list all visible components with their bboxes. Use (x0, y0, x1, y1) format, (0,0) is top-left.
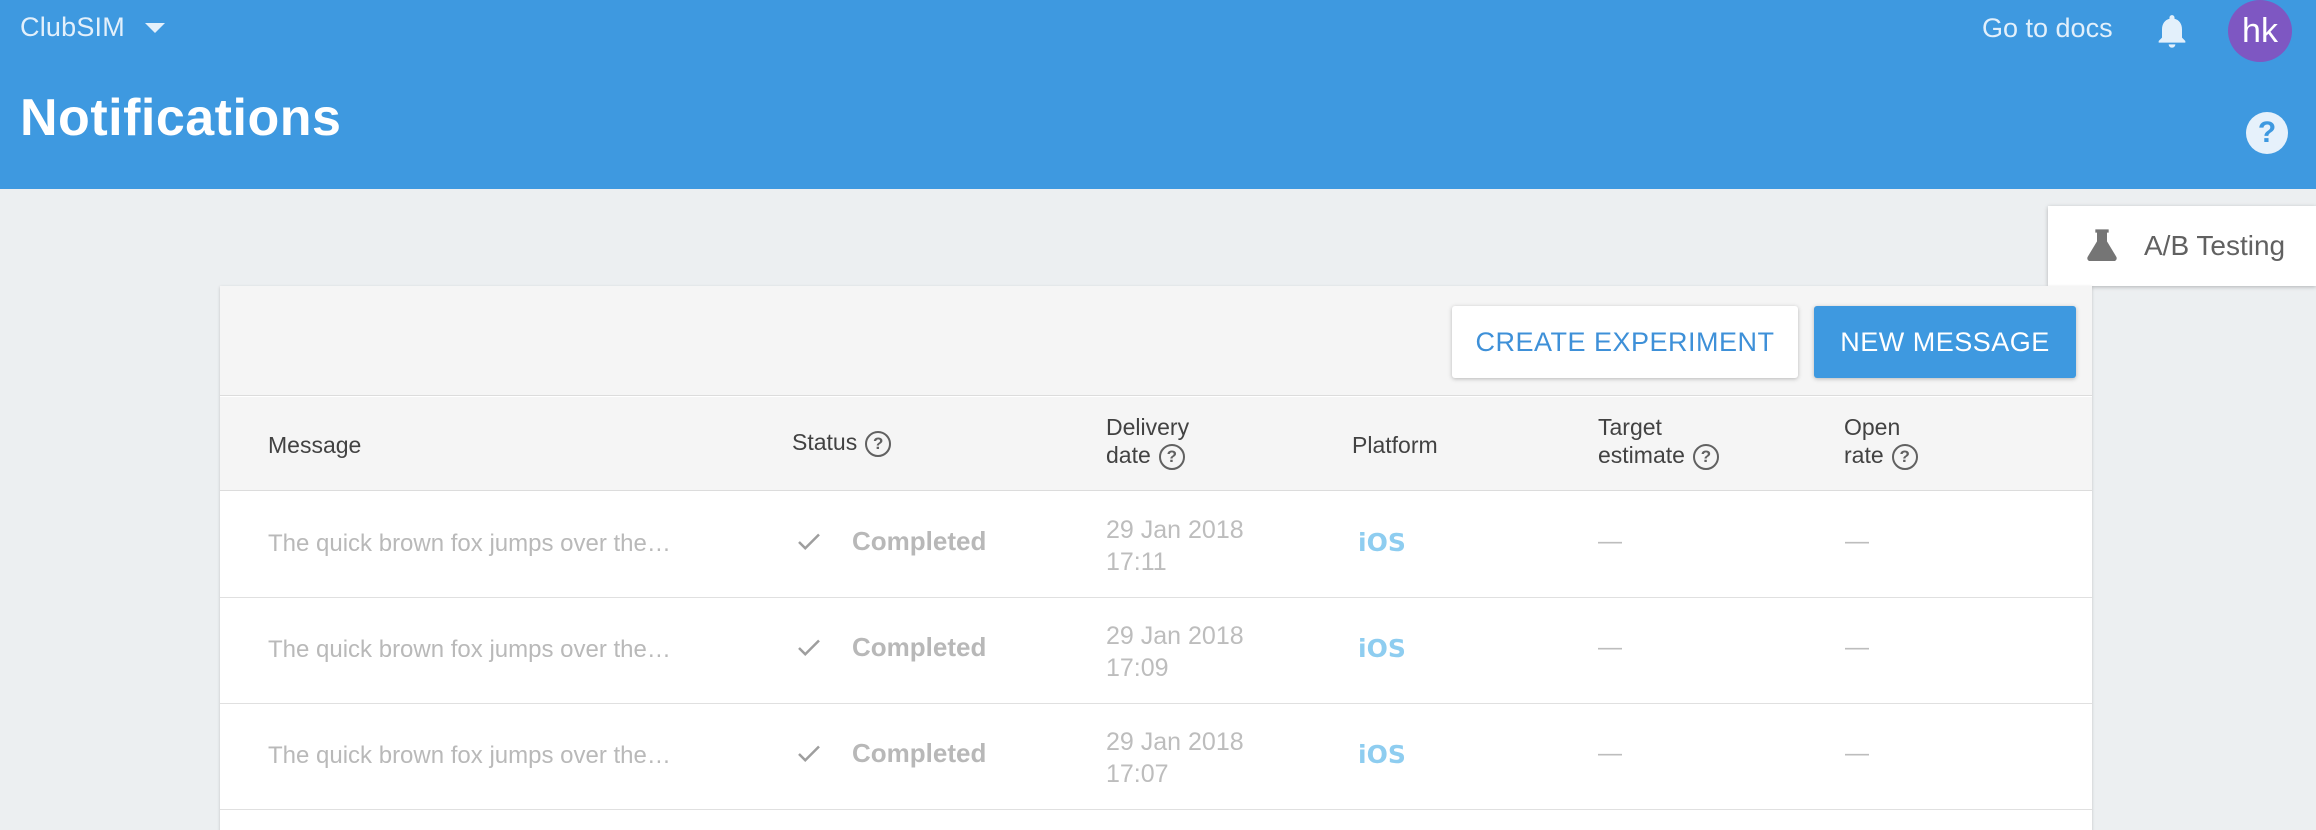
platform-ios-label: iOS (1358, 528, 1406, 557)
column-header-delivery-line2: date (1106, 442, 1151, 468)
bell-icon[interactable] (2152, 10, 2192, 52)
project-switcher[interactable]: ClubSIM (20, 12, 165, 43)
column-header-target-line1: Target (1598, 414, 1662, 440)
app-header: ClubSIM Go to docs hk Notifications ? (0, 0, 2316, 189)
help-icon-glyph: ? (2257, 116, 2277, 149)
column-header-open-rate[interactable]: Open rate? (1844, 413, 1918, 470)
check-icon (798, 639, 820, 656)
target-estimate-value: — (1598, 634, 1622, 661)
column-header-message-label: Message (268, 432, 362, 458)
go-to-docs-link[interactable]: Go to docs (1982, 13, 2113, 44)
delivery-date-day: 29 Jan 2018 (1106, 516, 1244, 544)
column-header-platform[interactable]: Platform (1352, 431, 1438, 459)
flask-icon (2087, 229, 2117, 261)
target-estimate-value: — (1598, 740, 1622, 767)
chevron-down-icon (144, 22, 165, 33)
status-text: Completed (852, 632, 987, 662)
message-text: The quick brown fox jumps over the… (268, 636, 671, 663)
table-row[interactable]: The quick brown fox jumps over the… Comp… (220, 492, 2092, 598)
avatar-initials: hk (2242, 11, 2278, 50)
project-name: ClubSIM (20, 12, 125, 42)
delivery-date-day: 29 Jan 2018 (1106, 622, 1244, 650)
table-row[interactable]: The quick brown fox jumps over the… Comp… (220, 704, 2092, 810)
message-text: The quick brown fox jumps over the… (268, 742, 671, 769)
column-header-status-label: Status (792, 429, 858, 455)
open-rate-value: — (1845, 634, 1869, 661)
delivery-date: 29 Jan 2018 17:09 (1106, 620, 1244, 684)
help-icon[interactable]: ? (1158, 443, 1185, 470)
check-icon (798, 533, 820, 550)
column-header-platform-label: Platform (1352, 432, 1438, 458)
column-header-open-line2: rate (1844, 442, 1884, 468)
delivery-date: 29 Jan 2018 17:07 (1106, 726, 1244, 790)
column-header-target-estimate[interactable]: Target estimate? (1598, 413, 1719, 470)
status-text: Completed (852, 738, 987, 768)
help-icon[interactable]: ? (1692, 443, 1719, 470)
column-header-status[interactable]: Status? (792, 428, 892, 457)
column-header-target-line2: estimate (1598, 442, 1685, 468)
status-cell: Completed (794, 738, 986, 769)
delivery-date-day: 29 Jan 2018 (1106, 728, 1244, 756)
help-icon[interactable]: ? (1891, 443, 1918, 470)
table-row[interactable]: The quick brown fox jumps over the… Comp… (220, 598, 2092, 704)
column-header-open-line1: Open (1844, 414, 1901, 440)
help-icon[interactable]: ? (2246, 112, 2288, 154)
open-rate-value: — (1845, 528, 1869, 555)
message-text: The quick brown fox jumps over the… (268, 530, 671, 557)
help-icon[interactable]: ? (865, 430, 892, 457)
delivery-date-time: 17:09 (1106, 654, 1169, 682)
column-header-delivery-date[interactable]: Delivery date? (1106, 413, 1189, 470)
ab-testing-label: A/B Testing (2144, 230, 2286, 261)
ab-testing-tab[interactable]: A/B Testing (2048, 206, 2316, 286)
status-cell: Completed (794, 526, 986, 557)
delivery-date-time: 17:11 (1106, 548, 1167, 576)
page-title: Notifications (20, 89, 342, 147)
platform-ios-label: iOS (1358, 740, 1406, 769)
column-header-message[interactable]: Message (268, 431, 361, 459)
target-estimate-value: — (1598, 528, 1622, 555)
table-header: Message Status? Delivery date? Platform … (220, 397, 2092, 491)
open-rate-value: — (1845, 740, 1869, 767)
avatar[interactable]: hk (2228, 0, 2292, 62)
status-cell: Completed (794, 632, 986, 663)
delivery-date: 29 Jan 2018 17:11 (1106, 514, 1244, 578)
card-toolbar: CREATE EXPERIMENT NEW MESSAGE (220, 286, 2092, 396)
delivery-date-time: 17:07 (1106, 760, 1169, 788)
platform-ios-label: iOS (1358, 634, 1406, 663)
status-text: Completed (852, 526, 987, 556)
new-message-button[interactable]: NEW MESSAGE (1814, 306, 2076, 378)
check-icon (798, 745, 820, 762)
create-experiment-button[interactable]: CREATE EXPERIMENT (1452, 306, 1798, 378)
column-header-delivery-line1: Delivery (1106, 414, 1190, 440)
notifications-card: CREATE EXPERIMENT NEW MESSAGE Message St… (220, 286, 2092, 830)
